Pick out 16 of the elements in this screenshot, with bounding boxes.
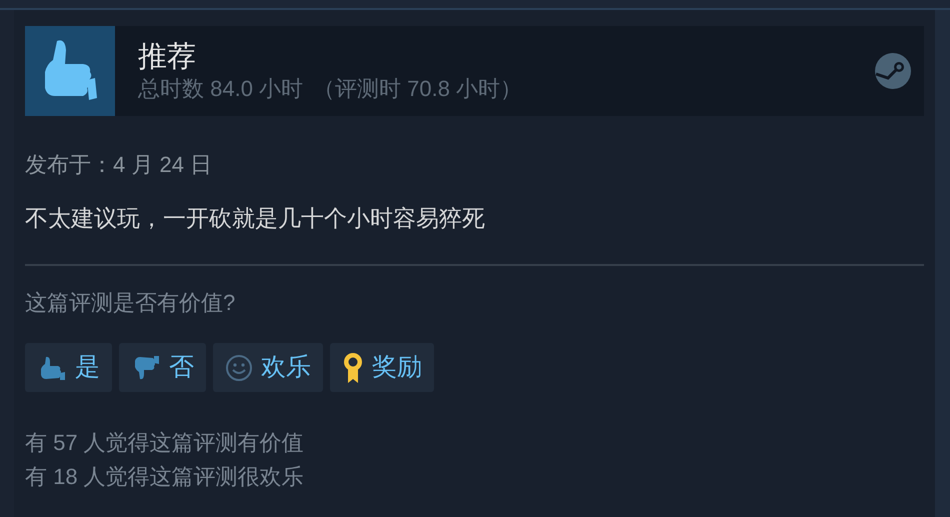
- helpful-question: 这篇评测是否有价值?: [25, 289, 236, 317]
- funny-button[interactable]: 欢乐: [213, 343, 323, 392]
- review-text: 不太建议玩，一开砍就是几十个小时容易猝死: [25, 204, 486, 233]
- smiley-icon: [225, 354, 253, 382]
- review-verdict: 推荐: [138, 40, 197, 75]
- award-button[interactable]: 奖励: [330, 343, 434, 392]
- vote-count: 有 18 人觉得这篇评测很欢乐: [25, 463, 305, 491]
- hours-at-review: （评测时 70.8 小时）: [313, 75, 522, 103]
- steam-logo-icon: [874, 52, 912, 90]
- vote-count: 有 57 人觉得这篇评测有价值: [25, 429, 305, 457]
- thumbs-up-icon: [25, 26, 115, 116]
- posted-date: 发布于：4 月 24 日: [25, 151, 214, 179]
- no-button[interactable]: 否: [119, 343, 206, 392]
- award-ribbon-icon: [342, 350, 364, 384]
- total-hours: 总时数 84.0 小时: [138, 75, 304, 103]
- yes-button[interactable]: 是: [25, 343, 112, 392]
